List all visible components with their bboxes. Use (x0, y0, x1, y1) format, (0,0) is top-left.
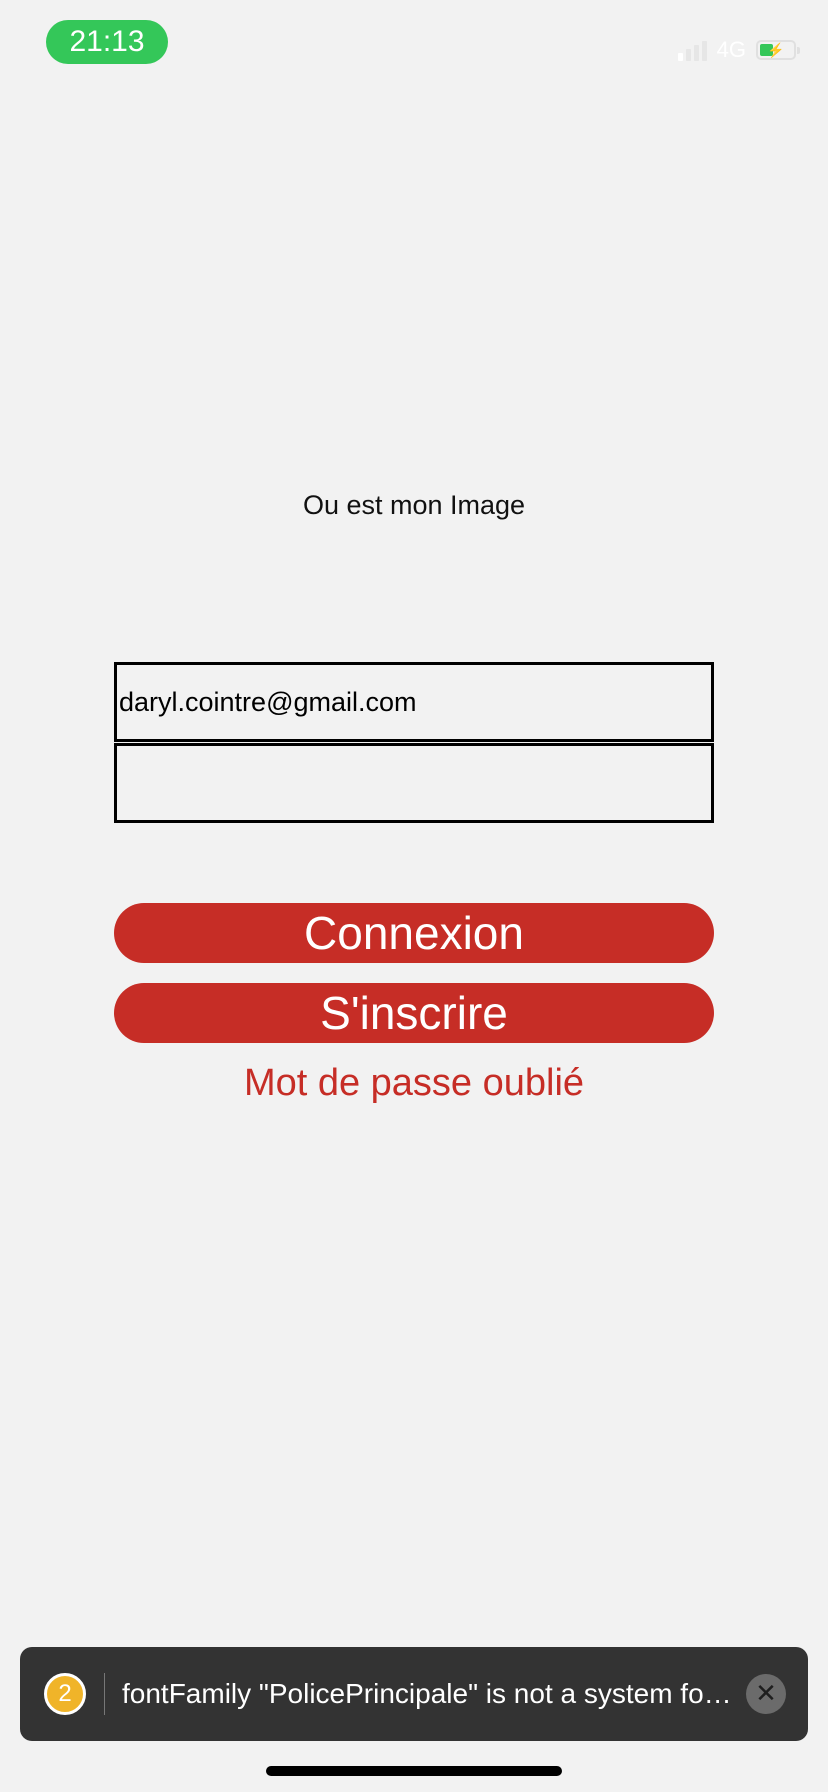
cellular-signal-icon (677, 39, 707, 61)
toast-message[interactable]: fontFamily "PolicePrincipale" is not a s… (122, 1647, 732, 1741)
logo-image-alt-text: Ou est mon Image (302, 490, 526, 520)
network-type: 4G (716, 37, 746, 62)
charging-bolt-icon: ⚡ (767, 42, 785, 58)
email-field[interactable] (114, 662, 714, 742)
password-field[interactable] (114, 743, 714, 823)
warning-toast[interactable]: 2 fontFamily "PolicePrincipale" is not a… (20, 1647, 808, 1741)
login-screen: 21:13 4G ⚡ Ou est mon Image Connexion S'… (0, 0, 828, 1792)
status-indicators: 4G ⚡ (677, 36, 800, 64)
battery-charging-icon: ⚡ (756, 40, 800, 60)
warning-count-badge: 2 (44, 1673, 86, 1715)
status-time: 21:13 (46, 20, 168, 64)
login-button[interactable]: Connexion (114, 903, 714, 963)
close-icon[interactable]: ✕ (746, 1674, 786, 1714)
signup-button[interactable]: S'inscrire (114, 983, 714, 1043)
forgot-password-link[interactable]: Mot de passe oublié (0, 1062, 828, 1105)
home-indicator[interactable] (266, 1766, 562, 1776)
toast-divider (104, 1673, 105, 1715)
